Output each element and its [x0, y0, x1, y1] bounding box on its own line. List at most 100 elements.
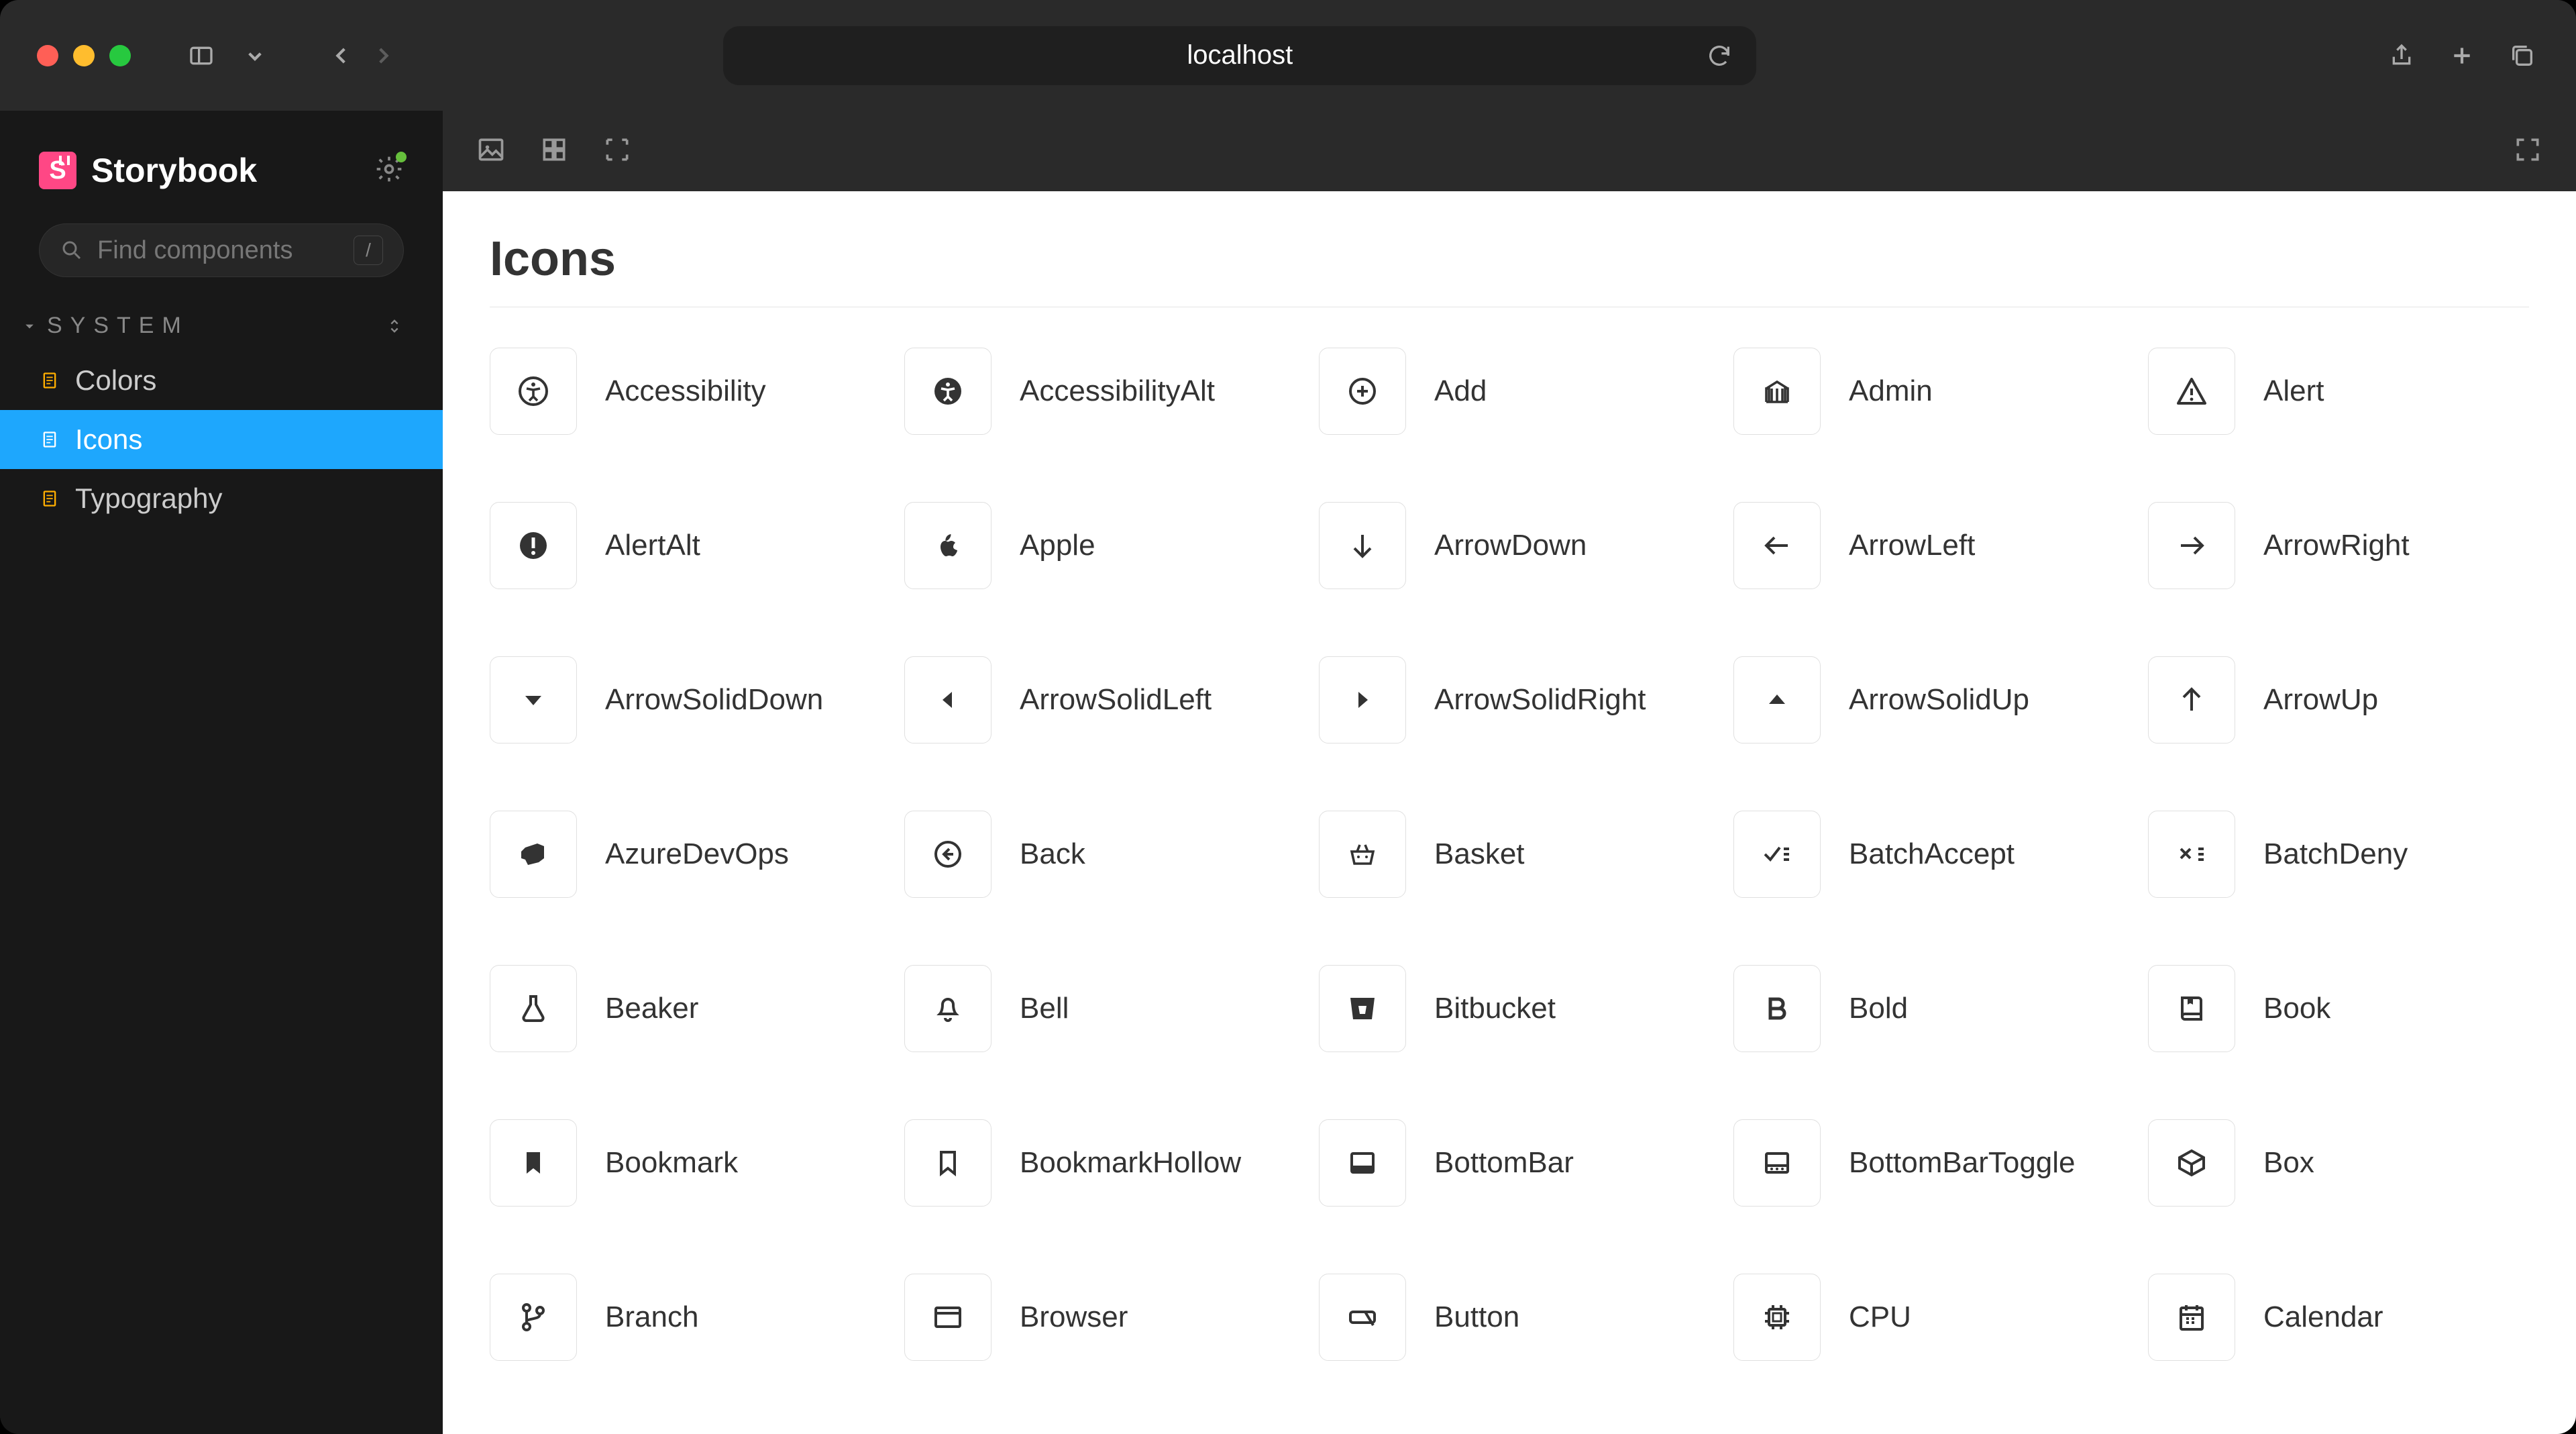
icon-item-bell[interactable]: Bell — [904, 965, 1285, 1052]
icon-item-azure-devops[interactable]: AzureDevOps — [490, 811, 871, 898]
icon-item-batch-accept[interactable]: BatchAccept — [1733, 811, 2114, 898]
bottom-bar-toggle-icon — [1733, 1119, 1821, 1207]
tabs-icon — [2509, 42, 2536, 69]
icon-item-arrow-solid-right[interactable]: ArrowSolidRight — [1319, 656, 1700, 744]
icon-item-browser[interactable]: Browser — [904, 1274, 1285, 1361]
notification-dot-icon — [396, 152, 407, 162]
reload-button[interactable] — [1703, 39, 1736, 72]
toolbar-image-button[interactable] — [476, 135, 506, 168]
icon-item-accessibility-alt[interactable]: AccessibilityAlt — [904, 348, 1285, 435]
arrow-left-icon — [1733, 502, 1821, 589]
toolbar-outline-button[interactable] — [602, 135, 632, 168]
sidebar-category-system[interactable]: SYSTEM — [0, 301, 443, 351]
sidebar-item-colors[interactable]: Colors — [0, 351, 443, 410]
icon-item-bottom-bar[interactable]: BottomBar — [1319, 1119, 1700, 1207]
new-tab-button[interactable] — [2445, 39, 2479, 72]
back-button[interactable] — [325, 39, 359, 72]
search-placeholder: Find components — [97, 236, 340, 265]
forward-button[interactable] — [366, 39, 399, 72]
icon-item-bold[interactable]: Bold — [1733, 965, 2114, 1052]
arrow-up-icon — [2148, 656, 2235, 744]
box-icon — [2148, 1119, 2235, 1207]
sidebar-toggle-button[interactable] — [184, 39, 218, 72]
close-window-button[interactable] — [37, 45, 58, 66]
tab-dropdown-button[interactable] — [238, 39, 272, 72]
toolbar-fullscreen-button[interactable] — [2513, 135, 2542, 168]
icon-label: Basket — [1434, 837, 1525, 871]
icon-item-alert-alt[interactable]: AlertAlt — [490, 502, 871, 589]
sidebar-header: S Storybook — [0, 131, 443, 210]
bell-icon — [904, 965, 991, 1052]
icon-label: Bitbucket — [1434, 992, 1556, 1025]
icon-item-bitbucket[interactable]: Bitbucket — [1319, 965, 1700, 1052]
icon-label: Admin — [1849, 374, 1933, 408]
icon-item-arrow-solid-down[interactable]: ArrowSolidDown — [490, 656, 871, 744]
toolbar-grid-button[interactable] — [539, 135, 569, 168]
icon-item-bookmark[interactable]: Bookmark — [490, 1119, 871, 1207]
icon-item-beaker[interactable]: Beaker — [490, 965, 871, 1052]
settings-button[interactable] — [374, 154, 404, 187]
category-label: SYSTEM — [47, 313, 189, 339]
icon-item-arrow-left[interactable]: ArrowLeft — [1733, 502, 2114, 589]
icon-label: Browser — [1020, 1300, 1128, 1334]
sidebar-item-icons[interactable]: Icons — [0, 410, 443, 469]
grid-icon — [539, 135, 569, 164]
icon-item-admin[interactable]: Admin — [1733, 348, 2114, 435]
app-name: Storybook — [91, 151, 257, 190]
icon-item-batch-deny[interactable]: BatchDeny — [2148, 811, 2529, 898]
icon-label: Box — [2263, 1146, 2314, 1180]
icon-item-bottom-bar-toggle[interactable]: BottomBarToggle — [1733, 1119, 2114, 1207]
icon-item-add[interactable]: Add — [1319, 348, 1700, 435]
arrow-solid-up-icon — [1733, 656, 1821, 744]
icon-item-arrow-solid-up[interactable]: ArrowSolidUp — [1733, 656, 2114, 744]
image-icon — [476, 135, 506, 164]
icon-item-book[interactable]: Book — [2148, 965, 2529, 1052]
icon-item-box[interactable]: Box — [2148, 1119, 2529, 1207]
document-icon — [39, 488, 60, 509]
icon-item-accessibility[interactable]: Accessibility — [490, 348, 871, 435]
icon-item-cpu[interactable]: CPU — [1733, 1274, 2114, 1361]
icon-label: AzureDevOps — [605, 837, 789, 871]
beaker-icon — [490, 965, 577, 1052]
search-input[interactable]: Find components / — [39, 223, 404, 277]
icon-label: BookmarkHollow — [1020, 1146, 1241, 1180]
icon-label: ArrowLeft — [1849, 529, 1975, 562]
accessibility-icon — [490, 348, 577, 435]
share-button[interactable] — [2385, 39, 2418, 72]
admin-icon — [1733, 348, 1821, 435]
address-bar[interactable]: localhost — [723, 26, 1756, 85]
icon-item-back[interactable]: Back — [904, 811, 1285, 898]
icon-item-calendar[interactable]: Calendar — [2148, 1274, 2529, 1361]
storybook-logo-icon: S — [39, 152, 76, 189]
icon-item-arrow-solid-left[interactable]: ArrowSolidLeft — [904, 656, 1285, 744]
icon-item-bookmark-hollow[interactable]: BookmarkHollow — [904, 1119, 1285, 1207]
icon-label: BottomBarToggle — [1849, 1146, 2076, 1180]
icon-item-arrow-right[interactable]: ArrowRight — [2148, 502, 2529, 589]
icon-item-basket[interactable]: Basket — [1319, 811, 1700, 898]
icon-label: BatchAccept — [1849, 837, 2015, 871]
icon-label: Branch — [605, 1300, 698, 1334]
icon-item-apple[interactable]: Apple — [904, 502, 1285, 589]
maximize-window-button[interactable] — [109, 45, 131, 66]
main-area: Icons Accessibility AccessibilityAlt Add… — [443, 111, 2576, 1434]
bitbucket-icon — [1319, 965, 1406, 1052]
sidebar-item-typography[interactable]: Typography — [0, 469, 443, 528]
icon-item-alert[interactable]: Alert — [2148, 348, 2529, 435]
arrow-solid-left-icon — [904, 656, 991, 744]
tabs-overview-button[interactable] — [2506, 39, 2539, 72]
button-icon — [1319, 1274, 1406, 1361]
book-icon — [2148, 965, 2235, 1052]
sidebar-icon — [188, 42, 215, 69]
icon-label: ArrowSolidLeft — [1020, 683, 1212, 717]
batch-accept-icon — [1733, 811, 1821, 898]
icon-item-arrow-up[interactable]: ArrowUp — [2148, 656, 2529, 744]
sort-icon — [385, 317, 404, 336]
icon-item-branch[interactable]: Branch — [490, 1274, 871, 1361]
icon-label: BatchDeny — [2263, 837, 2408, 871]
arrow-solid-right-icon — [1319, 656, 1406, 744]
bookmark-icon — [490, 1119, 577, 1207]
bookmark-hollow-icon — [904, 1119, 991, 1207]
icon-item-arrow-down[interactable]: ArrowDown — [1319, 502, 1700, 589]
minimize-window-button[interactable] — [73, 45, 95, 66]
icon-item-button[interactable]: Button — [1319, 1274, 1700, 1361]
